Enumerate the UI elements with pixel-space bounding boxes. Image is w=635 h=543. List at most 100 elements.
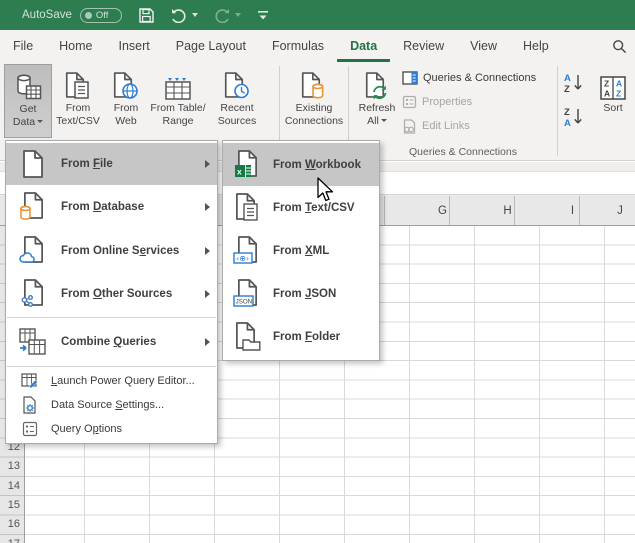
get-data-label-line1: Get xyxy=(20,103,37,116)
svg-text:A: A xyxy=(604,89,610,99)
recent-sources-button[interactable]: Recent Sources xyxy=(210,64,264,138)
redo-dropdown-arrow-icon xyxy=(235,13,241,17)
menu-item-query-options[interactable]: Query Options xyxy=(6,417,217,441)
refresh-all-button[interactable]: Refresh All xyxy=(352,64,402,138)
cloud-icon xyxy=(19,236,47,266)
column-header-i[interactable]: I xyxy=(540,205,605,217)
sort-icon: Z A A Z xyxy=(598,74,628,102)
svg-text:Z: Z xyxy=(616,89,621,99)
submenu-arrow-icon xyxy=(205,203,210,211)
submenu-item-from-json[interactable]: JSON From JSON xyxy=(223,272,379,315)
get-data-button[interactable]: Get Data xyxy=(4,64,52,138)
tab-insert[interactable]: Insert xyxy=(106,30,163,62)
from-text-csv-button[interactable]: From Text/CSV xyxy=(54,64,102,138)
svg-text:JSON: JSON xyxy=(236,298,253,305)
sort-za-icon: Z A xyxy=(561,105,587,129)
column-header-h[interactable]: H xyxy=(475,205,540,217)
sort-az-icon: A Z xyxy=(561,71,587,95)
row-header-16[interactable]: 16 xyxy=(0,515,20,534)
refresh-icon xyxy=(362,72,392,102)
sort-descending-button[interactable]: Z A xyxy=(560,104,588,130)
properties-icon xyxy=(402,95,417,109)
undo-icon xyxy=(171,8,187,23)
group-label-queries-connections: Queries & Connections xyxy=(378,146,548,158)
molecule-icon xyxy=(19,279,47,309)
power-query-editor-icon xyxy=(21,372,39,390)
row-header-15[interactable]: 15 xyxy=(0,496,20,515)
svg-text:x: x xyxy=(237,166,242,176)
gear-icon xyxy=(21,396,39,414)
autosave-label: AutoSave xyxy=(22,9,72,21)
excel-workbook-icon: x xyxy=(233,150,261,180)
web-globe-icon xyxy=(112,72,140,102)
redo-button[interactable] xyxy=(214,8,241,23)
dropdown-arrow-icon xyxy=(37,120,43,123)
from-table-range-button[interactable]: From Table/ Range xyxy=(150,64,206,138)
database-icon xyxy=(19,192,47,222)
menu-item-from-other-sources[interactable]: From Other Sources xyxy=(6,273,217,315)
text-csv-icon xyxy=(64,72,92,102)
edit-links-button[interactable]: Edit Links xyxy=(402,116,536,136)
tab-file[interactable]: File xyxy=(0,30,46,62)
submenu-item-from-folder[interactable]: From Folder xyxy=(223,315,379,358)
submenu-item-from-workbook[interactable]: x From Workbook xyxy=(223,143,379,186)
svg-text:Z: Z xyxy=(604,79,609,89)
combine-queries-icon xyxy=(18,327,48,357)
search-button[interactable] xyxy=(612,30,627,62)
folder-icon xyxy=(233,322,261,352)
query-options-icon xyxy=(22,421,38,437)
tab-home[interactable]: Home xyxy=(46,30,105,62)
menu-item-from-file[interactable]: From File xyxy=(6,143,217,185)
excel-window: AutoSave Off xyxy=(0,0,635,543)
svg-text:Z: Z xyxy=(564,107,570,118)
get-data-icon xyxy=(13,73,43,103)
menu-separator xyxy=(7,366,216,367)
ribbon-group-separator xyxy=(557,66,558,156)
submenu-item-from-xml[interactable]: ‹⊕› From XML xyxy=(223,229,379,272)
properties-button[interactable]: Properties xyxy=(402,92,536,112)
sort-button[interactable]: Z A A Z Sort xyxy=(592,64,634,138)
submenu-arrow-icon xyxy=(205,160,210,168)
menu-item-launch-power-query-editor[interactable]: Launch Power Query Editor... xyxy=(6,369,217,393)
from-web-button[interactable]: From Web xyxy=(104,64,148,138)
row-header-14[interactable]: 14 xyxy=(0,477,20,496)
tab-page-layout[interactable]: Page Layout xyxy=(163,30,259,62)
customize-quick-access-toolbar-button[interactable] xyxy=(257,9,269,21)
submenu-arrow-icon xyxy=(205,247,210,255)
existing-connections-icon xyxy=(300,72,328,102)
svg-text:A: A xyxy=(564,118,571,129)
tab-help[interactable]: Help xyxy=(510,30,562,62)
menu-item-combine-queries[interactable]: Combine Queries xyxy=(6,320,217,364)
from-file-submenu: x From Workbook From Text/CSV ‹⊕› xyxy=(222,140,380,361)
sort-ascending-button[interactable]: A Z xyxy=(560,70,588,96)
toggle-knob xyxy=(85,12,92,19)
undo-button[interactable] xyxy=(171,8,198,23)
save-button[interactable] xyxy=(138,7,155,24)
tab-review[interactable]: Review xyxy=(390,30,457,62)
tab-view[interactable]: View xyxy=(457,30,510,62)
get-data-menu: From File From Database From Onli xyxy=(5,140,218,444)
tab-data[interactable]: Data xyxy=(337,30,390,62)
submenu-item-from-text-csv[interactable]: From Text/CSV xyxy=(223,186,379,229)
row-header-13[interactable]: 13 xyxy=(0,457,20,476)
menu-item-from-online-services[interactable]: From Online Services xyxy=(6,229,217,273)
column-header-g[interactable]: G xyxy=(410,205,475,217)
save-icon xyxy=(138,7,155,24)
existing-connections-button[interactable]: Existing Connections xyxy=(283,64,345,138)
menu-item-from-database[interactable]: From Database xyxy=(6,185,217,229)
queries-connections-group: Queries & Connections Properties Edit Li… xyxy=(402,68,536,136)
queries-connections-icon xyxy=(402,71,418,85)
title-bar: AutoSave Off xyxy=(0,0,635,30)
tab-formulas[interactable]: Formulas xyxy=(259,30,337,62)
queries-connections-button[interactable]: Queries & Connections xyxy=(402,68,536,88)
column-header-j[interactable]: J xyxy=(605,205,635,217)
json-icon: JSON xyxy=(233,279,261,309)
svg-text:A: A xyxy=(564,73,571,84)
row-header-17[interactable]: 17 xyxy=(0,535,20,543)
ribbon-tabs: File Home Insert Page Layout Formulas Da… xyxy=(0,30,635,62)
menu-item-data-source-settings[interactable]: Data Source Settings... xyxy=(6,393,217,417)
get-data-label-line2: Data xyxy=(13,116,43,129)
undo-dropdown-arrow-icon xyxy=(192,13,198,17)
xml-icon: ‹⊕› xyxy=(233,236,261,266)
autosave-toggle[interactable]: Off xyxy=(80,8,122,23)
